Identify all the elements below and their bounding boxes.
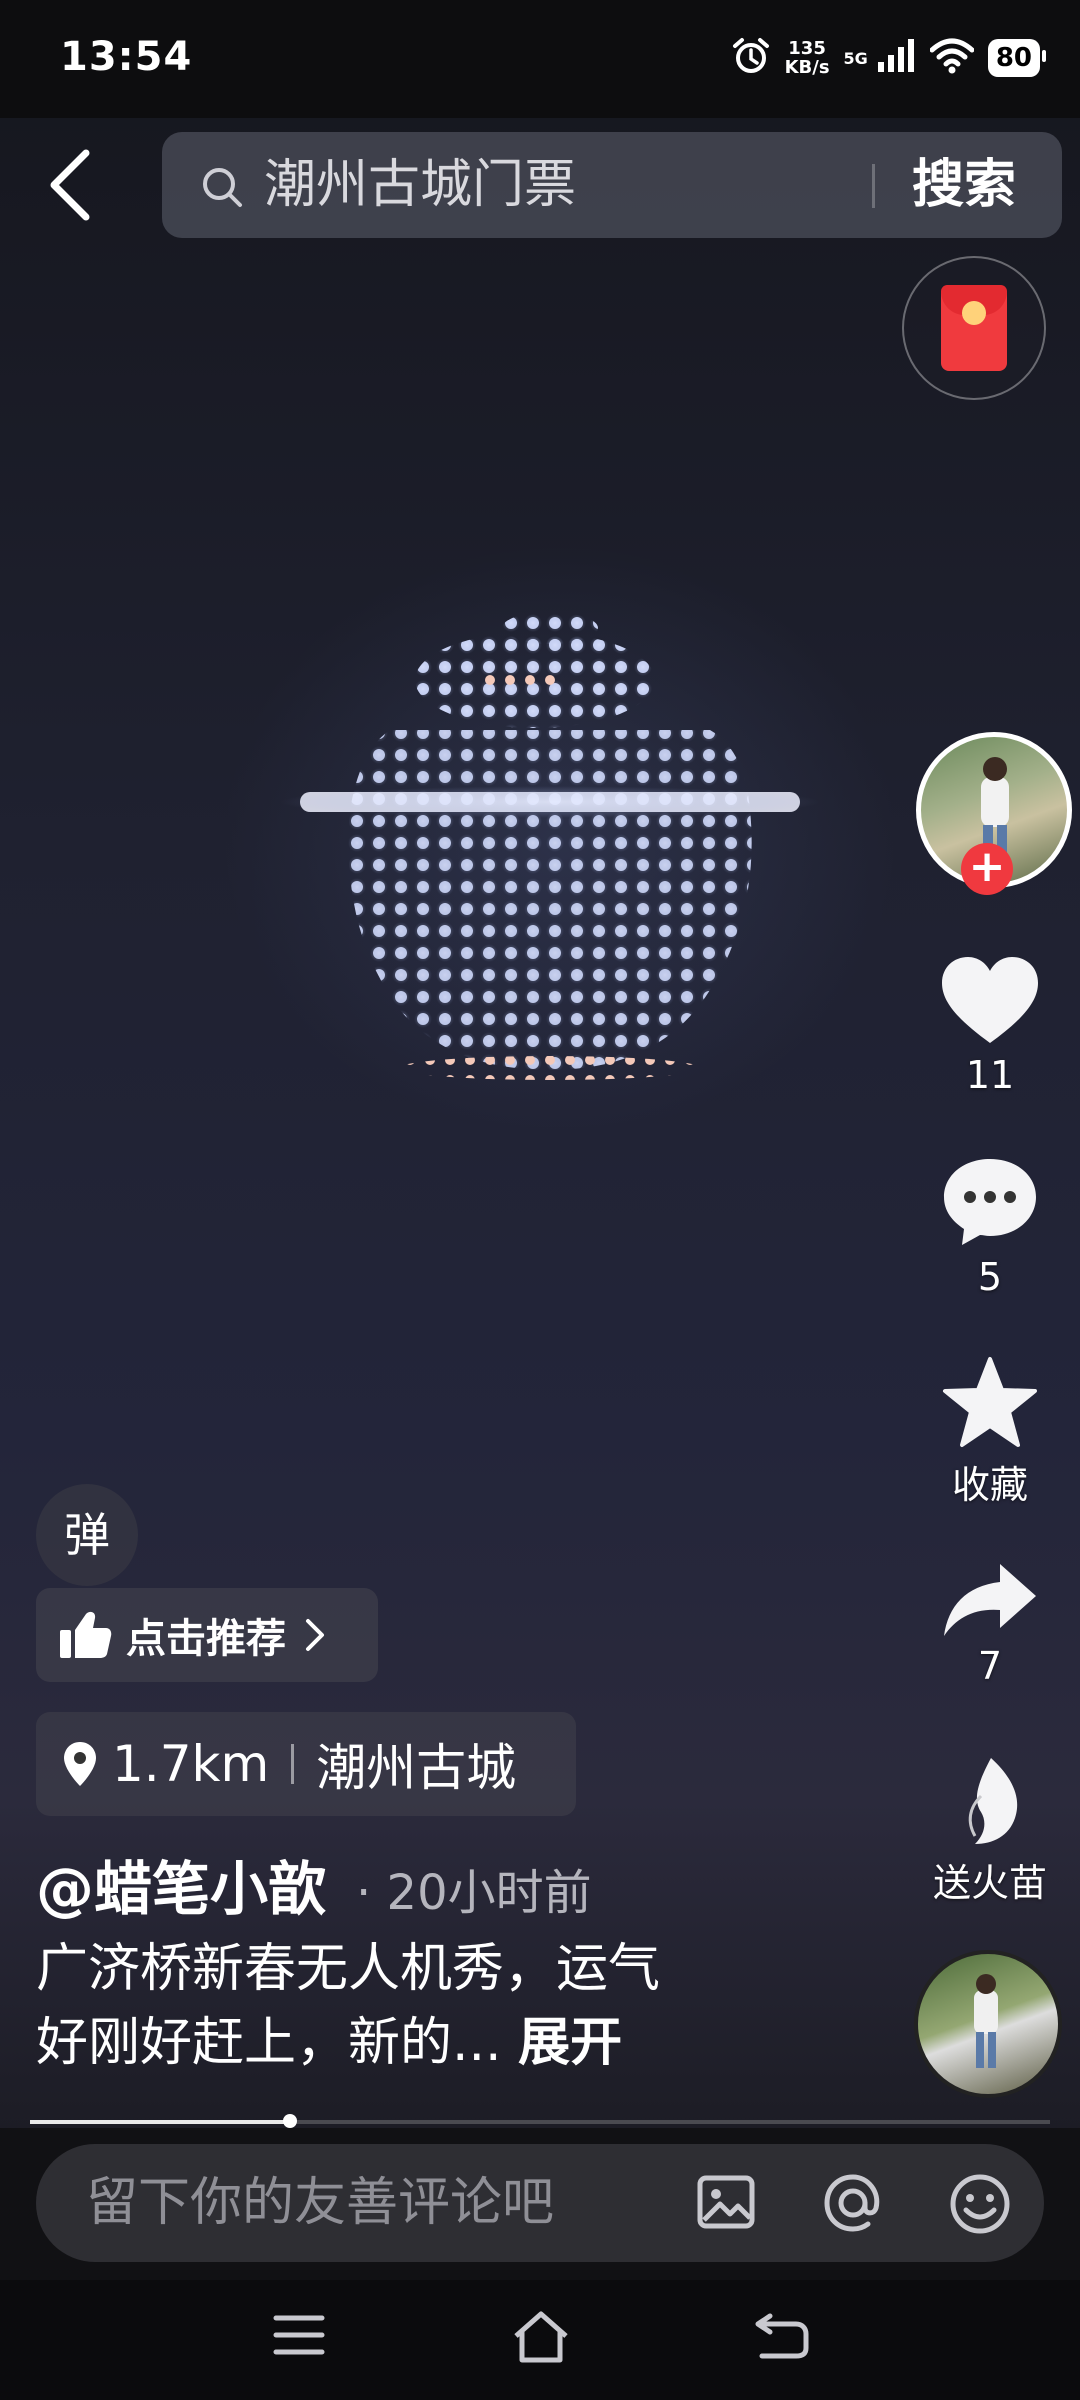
progress-handle[interactable] (283, 2114, 298, 2128)
like-action[interactable]: 11 (900, 955, 1080, 1097)
image-icon[interactable] (696, 2172, 756, 2232)
favorite-action[interactable]: 收藏 (900, 1356, 1080, 1509)
alarm-icon (731, 36, 771, 80)
search-icon (203, 168, 242, 207)
battery-indicator: 80 (987, 39, 1047, 77)
music-cover-photo (974, 1974, 998, 2068)
red-envelope-icon (941, 285, 1007, 371)
location-name: 潮州古城 (316, 1739, 517, 1797)
system-nav-bar (0, 2280, 1080, 2400)
danmaku-toggle[interactable]: 弹 (36, 1484, 138, 1586)
chevron-right-icon (306, 1619, 324, 1651)
author-row: @蜡笔小歆 · 20小时前 (36, 1842, 592, 1926)
status-bar: 13:54 135 KB/s 5G 80 (0, 0, 1080, 118)
comment-action[interactable]: 5 (900, 1155, 1080, 1299)
author-name[interactable]: @蜡笔小歆 (36, 1842, 326, 1926)
network-type: 5G (843, 48, 868, 68)
recommend-button[interactable]: 点击推荐 (36, 1588, 378, 1682)
search-bar[interactable]: 潮州古城门票 搜索 (162, 132, 1062, 238)
chevron-left-icon (50, 149, 90, 221)
wifi-icon (929, 38, 975, 78)
follow-button[interactable]: + (961, 843, 1013, 895)
signal-icon (876, 38, 916, 78)
search-query[interactable]: 潮州古城门票 (264, 154, 576, 216)
comment-input-bar[interactable]: 留下你的友善评论吧 (36, 2144, 1044, 2262)
location-distance: 1.7km (112, 1735, 270, 1793)
location-pin-icon (64, 1742, 96, 1786)
emoji-icon[interactable] (948, 2172, 1012, 2236)
mention-icon[interactable] (822, 2172, 884, 2234)
home-icon[interactable] (510, 2310, 572, 2364)
favorite-label: 收藏 (951, 1463, 1028, 1507)
video-progress-bar[interactable] (30, 2114, 1050, 2128)
description-line-2: 好刚好赶上，新的... (36, 2013, 502, 2073)
menu-icon[interactable] (272, 2310, 326, 2360)
gift-label: 送火苗 (932, 1861, 1047, 1905)
description-line-1: 广济桥新春无人机秀，运气 (36, 1939, 661, 1999)
back-nav-icon[interactable] (752, 2310, 810, 2360)
share-count: 7 (977, 1644, 1003, 1688)
share-action[interactable]: 7 (900, 1560, 1080, 1688)
thumbs-up-icon (60, 1611, 112, 1658)
comment-count: 5 (977, 1255, 1003, 1299)
red-packet-button[interactable] (902, 256, 1046, 400)
net-speed: 135 KB/s (784, 38, 830, 78)
flame-icon (968, 1758, 1018, 1844)
expand-link[interactable]: 展开 (518, 2013, 622, 2073)
status-time: 13:54 (60, 34, 193, 80)
drone-show-video[interactable] (280, 590, 820, 1090)
comment-input[interactable]: 留下你的友善评论吧 (86, 2172, 554, 2234)
share-arrow-icon (944, 1564, 1036, 1636)
location-tag[interactable]: 1.7km 潮州古城 (36, 1712, 576, 1816)
back-button[interactable] (40, 140, 100, 230)
music-disc[interactable] (914, 1950, 1062, 2098)
star-icon (943, 1357, 1037, 1447)
post-time: · 20小时前 (356, 1865, 592, 1921)
location-divider (291, 1744, 295, 1784)
search-button[interactable]: 搜索 (912, 154, 1016, 216)
like-count: 11 (965, 1053, 1015, 1097)
video-feed-screen: 13:54 135 KB/s 5G 80 潮州古城门票 搜索 + 11 5 收藏… (0, 0, 1080, 2400)
recommend-label: 点击推荐 (126, 1616, 286, 1662)
status-icons: 135 KB/s 5G 80 (731, 30, 1047, 86)
search-divider (872, 164, 875, 208)
heart-icon (942, 957, 1038, 1043)
gift-flame-action[interactable]: 送火苗 (900, 1756, 1080, 1907)
progress-fill (30, 2120, 291, 2124)
post-description[interactable]: 广济桥新春无人机秀，运气 好刚好赶上，新的... 展开 (36, 1932, 796, 2080)
comment-bubble-icon (944, 1159, 1036, 1245)
